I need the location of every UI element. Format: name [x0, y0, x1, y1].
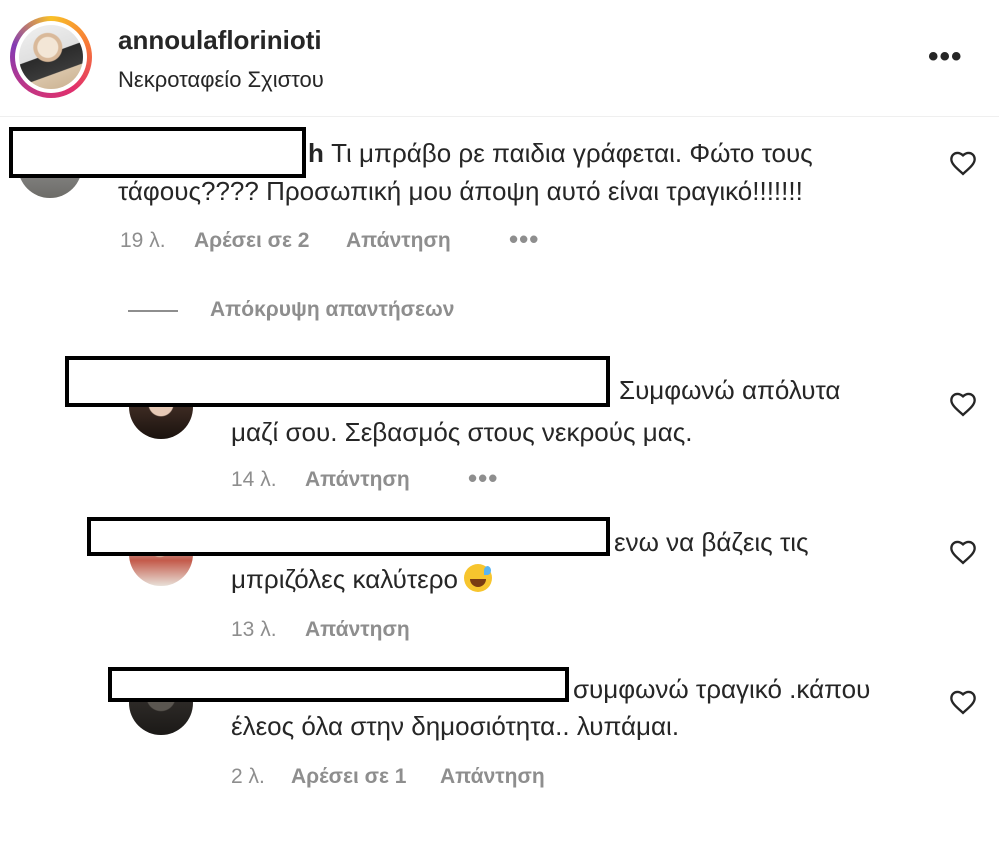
comment-time[interactable]: 19 λ. — [120, 229, 166, 253]
hide-replies-line — [128, 310, 178, 312]
reply-reply-button[interactable]: Απάντηση — [440, 765, 545, 789]
avatar-photo — [19, 25, 83, 89]
redaction-box — [108, 667, 569, 702]
reply-text-line1: Συμφωνώ απόλυτα — [619, 375, 841, 405]
reply-reply-button[interactable]: Απάντηση — [305, 468, 410, 492]
reply-text-line1: συμφωνώ τραγικό .κάπου — [573, 674, 871, 704]
comment-author-partial[interactable]: h — [308, 138, 324, 168]
reply-text-line2: μαζί σου. Σεβασμός στους νεκρούς μας. — [231, 417, 693, 447]
redaction-box — [65, 356, 610, 407]
comment-body: Τι μπράβο ρε παιδια γράφεται. Φώτο τους — [323, 138, 813, 168]
reply-more-options-icon[interactable]: ••• — [468, 465, 498, 491]
post-more-options-button[interactable]: ••• — [928, 42, 963, 72]
heart-outline-icon[interactable] — [949, 689, 977, 717]
comment-text-line2: τάφους???? Προσωπική μου άποψη αυτό είνα… — [118, 176, 803, 206]
heart-outline-icon[interactable] — [949, 539, 977, 567]
comment-reply-button[interactable]: Απάντηση — [346, 229, 451, 253]
reply-time[interactable]: 14 λ. — [231, 468, 277, 492]
reply-text-line2: έλεος όλα στην δημοσιότητα.. λυπάμαι. — [231, 711, 680, 741]
reply-reply-button[interactable]: Απάντηση — [305, 618, 410, 642]
sweat-smile-emoji-icon — [463, 564, 492, 592]
reply-text-line2: μπριζόλες καλύτερο — [231, 560, 492, 598]
reply-time[interactable]: 2 λ. — [231, 765, 265, 789]
hide-replies-button[interactable]: Απόκρυψη απαντήσεων — [210, 298, 454, 322]
redaction-box — [9, 127, 306, 178]
post-author-avatar[interactable] — [10, 16, 92, 98]
comment-more-options-icon[interactable]: ••• — [509, 226, 539, 252]
comment-likes-count[interactable]: Αρέσει σε 2 — [194, 229, 309, 253]
post-author-username[interactable]: annoulaflorinioti — [118, 25, 322, 56]
reply-time[interactable]: 13 λ. — [231, 618, 277, 642]
heart-outline-icon[interactable] — [949, 391, 977, 419]
header-divider — [0, 116, 999, 117]
reply-body: μπριζόλες καλύτερο — [231, 564, 458, 594]
comment-text-line1: h Τι μπράβο ρε παιδια γράφεται. Φώτο του… — [308, 134, 813, 172]
heart-outline-icon[interactable] — [949, 150, 977, 178]
post-location[interactable]: Νεκροταφείο Σχιστου — [118, 67, 324, 93]
reply-likes-count[interactable]: Αρέσει σε 1 — [291, 765, 406, 789]
redaction-box — [87, 517, 610, 556]
reply-text-line1: ενω να βάζεις τις — [614, 527, 809, 557]
